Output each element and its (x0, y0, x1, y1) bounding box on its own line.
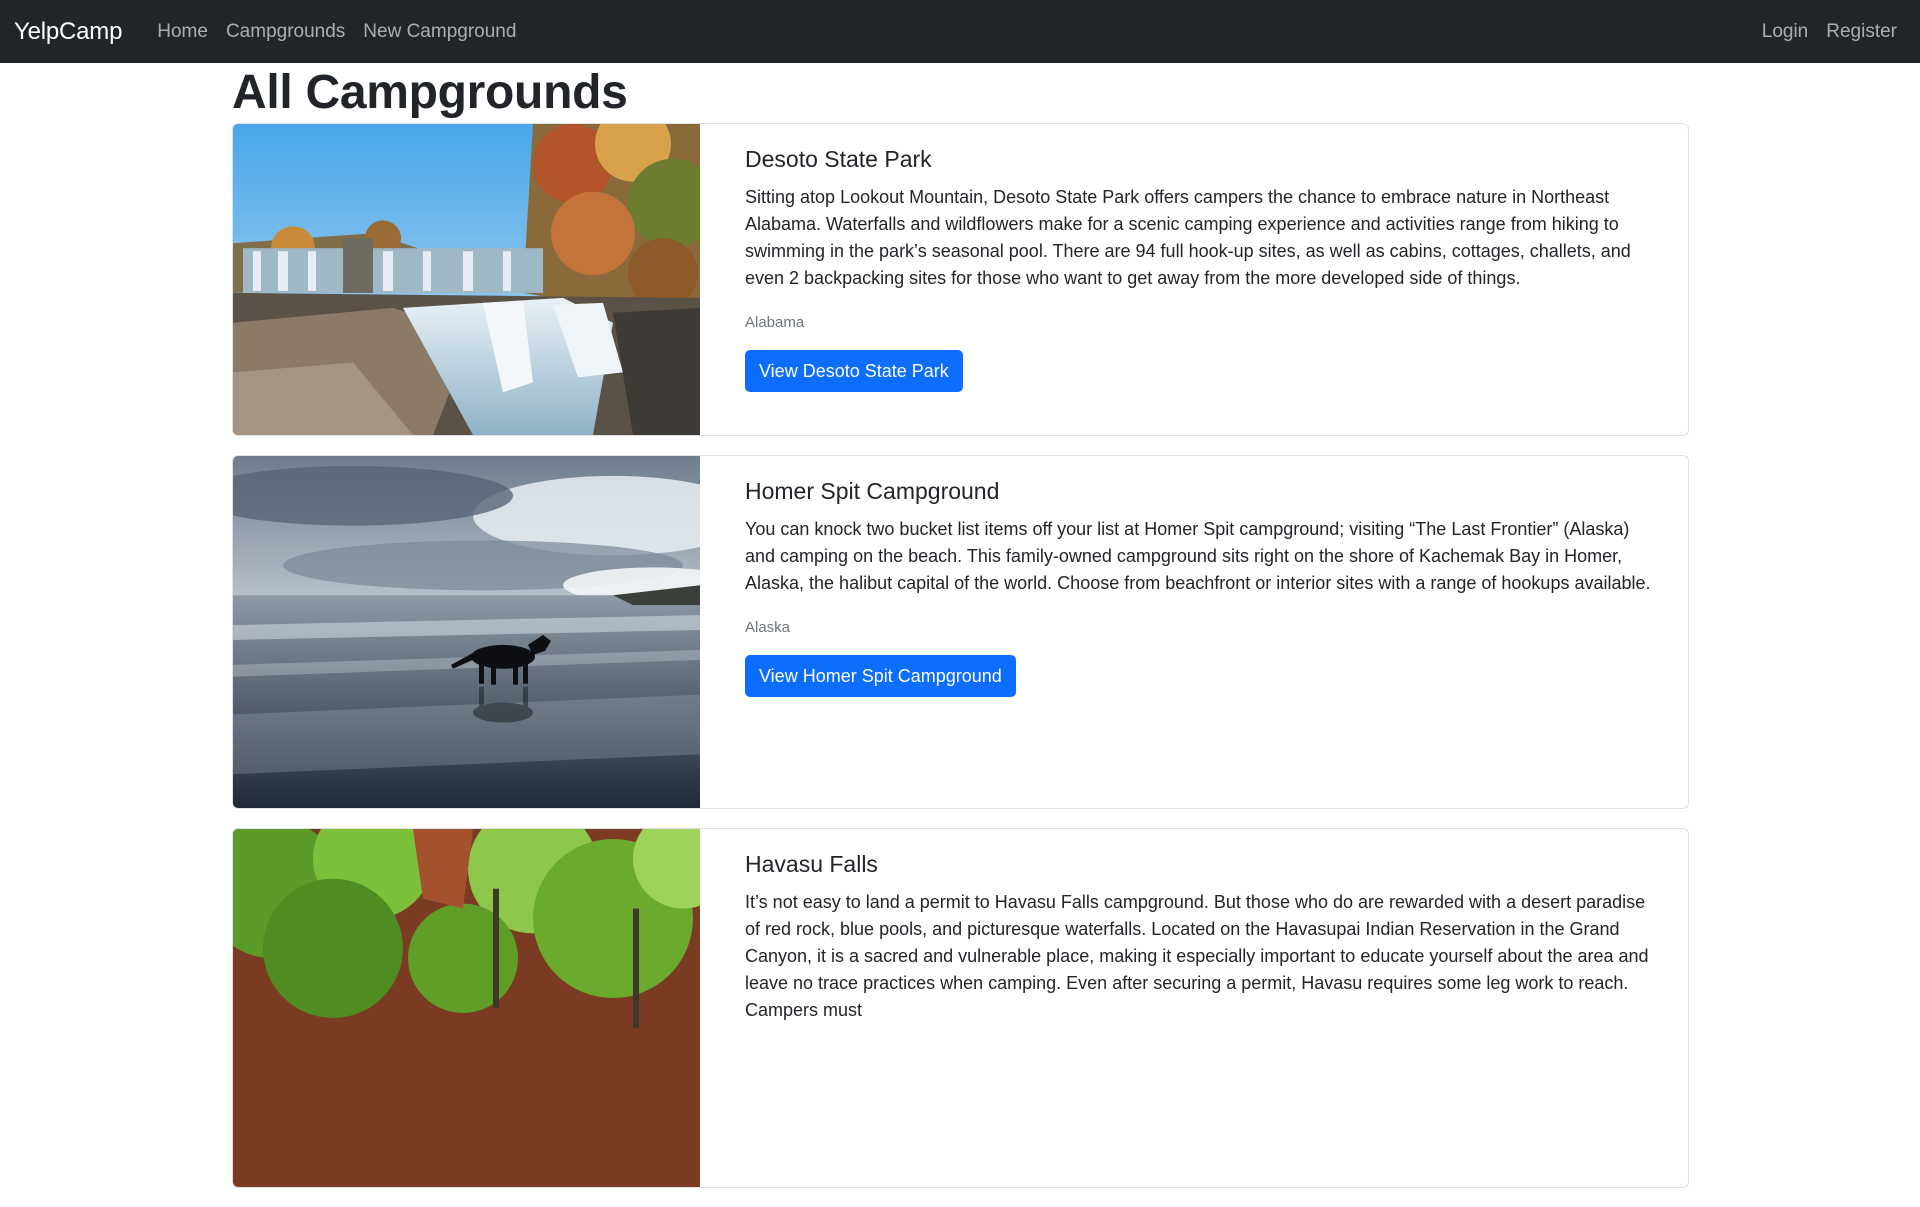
campground-title: Havasu Falls (745, 851, 878, 877)
campground-image (233, 829, 700, 1187)
campground-description: You can knock two bucket list items off … (745, 519, 1651, 593)
navbar: YelpCamp Home Campgrounds New Campground… (0, 0, 1920, 63)
waterfall-image (233, 124, 700, 435)
nav-link-campgrounds[interactable]: Campgrounds (217, 21, 354, 43)
campground-title: Desoto State Park (745, 146, 932, 172)
nav-link-home[interactable]: Home (148, 21, 217, 43)
campground-card: Desoto State Park Sitting atop Lookout M… (232, 123, 1689, 436)
campground-image (233, 456, 700, 808)
campground-card: Homer Spit Campground You can knock two … (232, 455, 1689, 809)
campground-card-body: Desoto State Park Sitting atop Lookout M… (700, 124, 1688, 435)
main-container: All Campgrounds Desoto State Park Sittin… (232, 63, 1689, 1207)
campground-card: Havasu Falls It’s not easy to land a per… (232, 828, 1689, 1188)
campground-location: Alabama (745, 314, 805, 331)
campground-location: Alaska (745, 619, 791, 636)
nav-link-new-campground[interactable]: New Campground (354, 21, 525, 43)
nav-auth-links: Login Register (1753, 21, 1906, 43)
campground-title: Homer Spit Campground (745, 478, 1000, 504)
campground-description: It’s not easy to land a permit to Havasu… (745, 892, 1649, 1020)
view-campground-button[interactable]: View Desoto State Park (745, 350, 963, 392)
view-campground-button[interactable]: View Homer Spit Campground (745, 655, 1016, 697)
beach-dog-image (233, 456, 700, 808)
campground-card-body: Havasu Falls It’s not easy to land a per… (700, 829, 1688, 1187)
campground-image (233, 124, 700, 435)
nav-link-login[interactable]: Login (1753, 21, 1818, 43)
nav-link-register[interactable]: Register (1817, 21, 1906, 43)
brand-logo[interactable]: YelpCamp (14, 18, 122, 46)
page-title: All Campgrounds (232, 66, 628, 119)
campground-description: Sitting atop Lookout Mountain, Desoto St… (745, 187, 1631, 288)
campground-card-body: Homer Spit Campground You can knock two … (700, 456, 1688, 808)
canyon-trees-image (233, 829, 700, 1187)
nav-links: Home Campgrounds New Campground (148, 21, 525, 43)
